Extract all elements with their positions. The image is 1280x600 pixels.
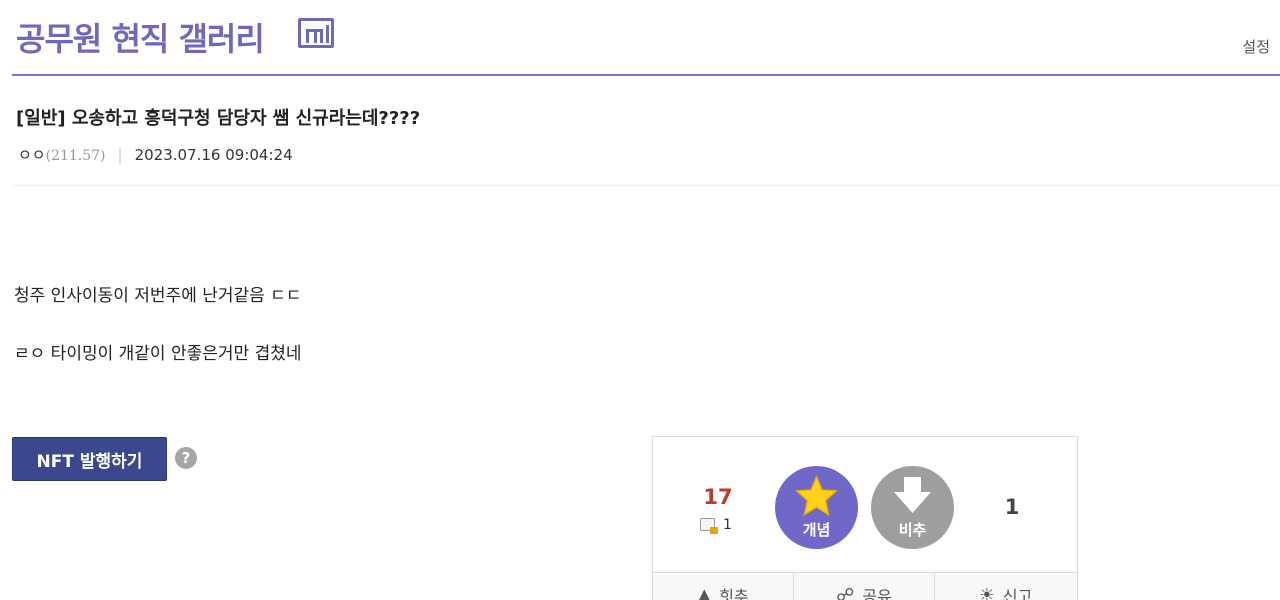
hit-recommend-button[interactable]: ▲ 힛추 [653,573,794,600]
gallery-title[interactable]: 공무원 현직 갤러리 [16,14,265,60]
fixed-user-icon [700,518,718,534]
recommend-box: 17 1 개념 비추 1 ▲ 힛추 ☍ 공유 ☀ 신고 [652,436,1078,600]
nft-issue-button[interactable]: NFT 발행하기 [12,437,167,481]
post-body-line: ㄹㅇ 타이밍이 개같이 안좋은거만 겹쳤네 [14,344,302,364]
post-body-line: 청주 인사이동이 저번주에 난거같음 ㄷㄷ [14,286,302,306]
settings-link[interactable]: 설정 [1242,36,1270,57]
post-title: [일반] 오송하고 흥덕구청 담당자 쌤 신규라는데???? [16,108,421,129]
share-button[interactable]: ☍ 공유 [794,573,935,600]
author-nickname[interactable]: ㅇㅇ [18,146,46,164]
help-icon[interactable]: ? [175,447,197,469]
report-button[interactable]: ☀ 신고 [935,573,1076,600]
siren-icon: ☀ [978,584,995,600]
post-action-bar: ▲ 힛추 ☍ 공유 ☀ 신고 [653,572,1077,600]
fixed-recommend: 1 [700,517,732,534]
hit-recommend-label: 힛추 [719,587,749,600]
meta-divider-line [12,185,1280,186]
upvote-button[interactable]: 개념 [775,466,858,549]
author-ip: (211.57) [45,148,106,164]
upvote-label: 개념 [802,521,831,539]
fixed-recommend-count: 1 [723,517,732,533]
post-datetime: 2023.07.16 09:04:24 [134,146,293,164]
downvote-count: 1 [1004,495,1020,519]
arrow-down-icon [894,477,931,513]
star-icon [795,475,838,517]
share-label: 공유 [862,587,892,600]
upvote-count: 17 [703,485,733,509]
downvote-button[interactable]: 비추 [871,466,954,549]
minor-gallery-badge-icon [298,18,334,48]
post-meta: ㅇㅇ(211.57) | 2023.07.16 09:04:24 [18,144,293,165]
share-icon: ☍ [836,584,855,600]
report-label: 신고 [1002,587,1033,600]
meta-divider: | [117,146,123,164]
downvote-label: 비추 [898,521,927,539]
thumbs-up-icon: ▲ [697,584,712,600]
gallery-header: 공무원 현직 갤러리 설정 [12,0,1280,76]
